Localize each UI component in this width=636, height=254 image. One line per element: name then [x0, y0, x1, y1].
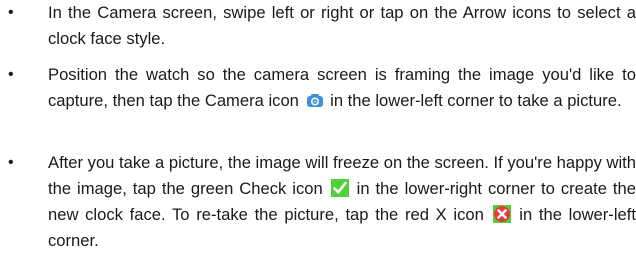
bullet: •	[8, 4, 14, 21]
list-item-text: After you take a picture, the image will…	[48, 150, 636, 254]
x-icon	[492, 205, 511, 223]
instruction-list: • In the Camera screen, swipe left or ri…	[0, 0, 636, 250]
item-text-after: in the lower-left corner to take a pictu…	[330, 91, 622, 110]
bullet: •	[8, 154, 14, 171]
list-item-text: In the Camera screen, swipe left or righ…	[48, 0, 636, 52]
check-icon	[330, 179, 349, 197]
list-item-text: Position the watch so the camera screen …	[48, 62, 636, 114]
camera-icon	[306, 91, 324, 109]
item-text: In the Camera screen, swipe left or righ…	[48, 3, 636, 48]
bullet: •	[8, 66, 14, 83]
